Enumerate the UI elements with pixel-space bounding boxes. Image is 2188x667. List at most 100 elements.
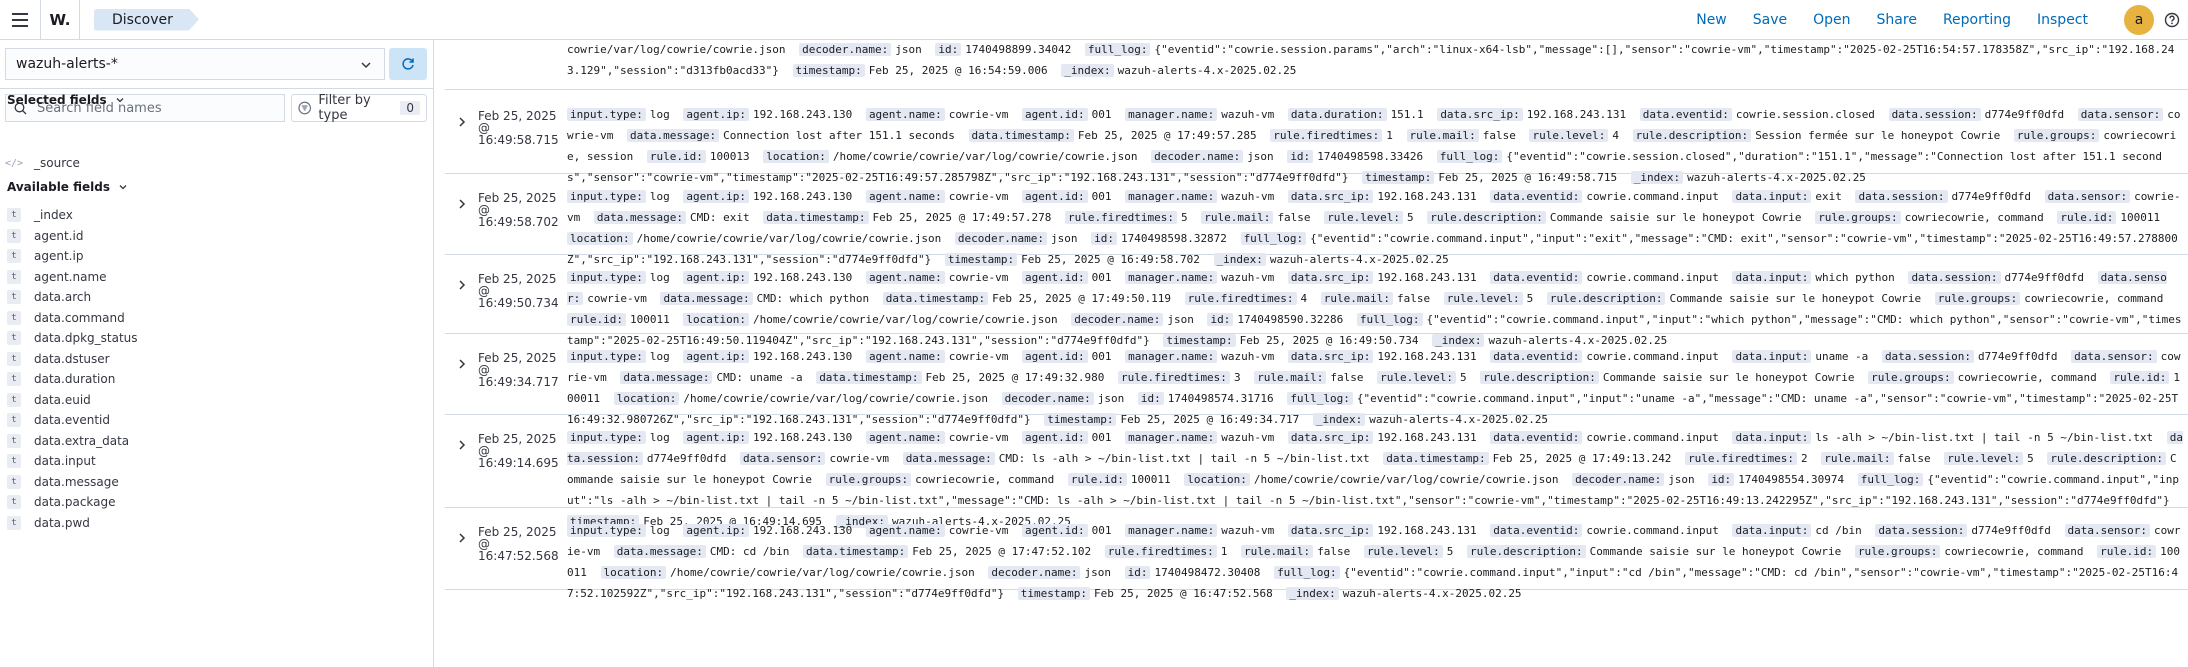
field-key: manager.name: xyxy=(1125,108,1218,121)
source-type-icon: </> xyxy=(4,157,24,169)
refresh-button[interactable] xyxy=(389,48,427,80)
field-name: data.arch xyxy=(34,290,92,304)
field-value: which python xyxy=(1815,271,1895,284)
field-value: wazuh-vm xyxy=(1221,271,1275,284)
menu-reporting-link[interactable]: Reporting xyxy=(1943,12,2011,28)
field-key: location: xyxy=(1184,473,1250,486)
string-type-icon: t xyxy=(7,331,21,345)
available-fields-toggle[interactable]: Available fields xyxy=(7,180,128,194)
field-key: data.input: xyxy=(1732,524,1812,537)
expand-row-button[interactable] xyxy=(454,114,470,130)
field-key: id: xyxy=(935,43,962,56)
field-value: wazuh-vm xyxy=(1221,431,1275,444)
user-avatar[interactable]: a xyxy=(2124,5,2154,35)
field-value: 1740498554.30974 xyxy=(1738,473,1845,486)
string-type-icon: t xyxy=(7,208,21,222)
field-item[interactable]: t data.duration xyxy=(7,369,115,389)
menu-save-link[interactable]: Save xyxy=(1753,12,1787,28)
menu-new-link[interactable]: New xyxy=(1696,12,1727,28)
expand-row-button[interactable] xyxy=(454,196,470,212)
field-key: rule.level: xyxy=(1377,371,1457,384)
field-key: rule.mail: xyxy=(1254,371,1327,384)
field-item[interactable]: t data.arch xyxy=(7,287,91,307)
selected-fields-toggle[interactable]: Selected fields xyxy=(7,93,125,107)
field-key: data.timestamp: xyxy=(802,545,909,558)
document-timestamp: Feb 25, 2025 @ 16:49:50.734 xyxy=(478,272,559,310)
field-value: CMD: which python xyxy=(756,292,870,305)
field-value: 100011 xyxy=(629,313,670,326)
field-item[interactable]: t data.package xyxy=(7,492,116,512)
menu-share-link[interactable]: Share xyxy=(1877,12,1917,28)
field-item[interactable]: t data.eventid xyxy=(7,410,110,430)
field-item-source[interactable]: </> _source xyxy=(4,153,80,173)
filter-by-type-button[interactable]: Filter by type 0 xyxy=(291,93,427,123)
index-pattern-select[interactable]: wazuh-alerts-* xyxy=(5,48,385,80)
field-key: full_log: xyxy=(1857,473,1924,486)
app-logo[interactable]: W. xyxy=(40,0,80,40)
string-type-icon: t xyxy=(7,495,21,509)
field-item[interactable]: t data.input xyxy=(7,451,96,471)
field-key: agent.name: xyxy=(865,524,945,537)
field-key: location: xyxy=(683,313,749,326)
field-value: 1740498598.33426 xyxy=(1317,150,1424,163)
field-item[interactable]: t data.pwd xyxy=(7,513,90,533)
field-item[interactable]: t agent.name xyxy=(7,267,107,287)
filter-count-badge: 0 xyxy=(400,101,420,115)
field-item[interactable]: t _index xyxy=(7,205,73,225)
help-icon[interactable] xyxy=(2162,10,2182,30)
field-value: 192.168.243.130 xyxy=(752,108,853,121)
field-key: rule.id: xyxy=(646,150,706,163)
field-key: data.src_ip: xyxy=(1437,108,1523,121)
field-key: data.src_ip: xyxy=(1287,524,1374,537)
field-value: false xyxy=(1482,129,1516,142)
field-key: data.src_ip: xyxy=(1287,350,1374,363)
field-key: rule.firedtimes: xyxy=(1685,452,1798,465)
field-item[interactable]: t data.dpkg_status xyxy=(7,328,138,348)
field-key: data.timestamp: xyxy=(763,211,869,224)
field-name: _source xyxy=(34,156,80,170)
field-item[interactable]: t data.dstuser xyxy=(7,349,110,369)
field-value: 1740498598.32872 xyxy=(1120,232,1227,245)
field-value: cowriecowrie, command xyxy=(1944,545,2084,558)
field-name: data.input xyxy=(34,454,96,468)
field-key: id: xyxy=(1287,150,1314,163)
field-key: rule.description: xyxy=(1467,545,1586,558)
field-key: input.type: xyxy=(567,350,646,363)
field-item[interactable]: t data.extra_data xyxy=(7,431,129,451)
field-value: cowrie-vm xyxy=(948,271,1009,284)
expand-row-button[interactable] xyxy=(454,437,470,453)
field-item[interactable]: t data.euid xyxy=(7,390,91,410)
field-key: data.duration: xyxy=(1287,108,1387,121)
field-item[interactable]: t agent.ip xyxy=(7,246,83,266)
field-value: /home/cowrie/cowrie/var/log/cowrie/cowri… xyxy=(683,392,988,405)
chevron-right-icon xyxy=(459,440,466,450)
field-name: data.euid xyxy=(34,392,91,407)
field-key: data.sensor: xyxy=(2077,108,2164,121)
string-type-icon: t xyxy=(7,269,21,284)
field-item[interactable]: t agent.id xyxy=(7,226,83,246)
field-value: Connection lost after 151.1 seconds xyxy=(723,129,955,142)
breadcrumb-discover[interactable]: Discover xyxy=(94,9,199,31)
field-item[interactable]: t data.command xyxy=(7,308,125,328)
field-key: id: xyxy=(1207,313,1234,326)
field-key: data.message: xyxy=(620,371,713,384)
expand-row-button[interactable] xyxy=(454,277,470,293)
field-key: agent.ip: xyxy=(683,350,749,363)
field-item[interactable]: t data.message xyxy=(7,472,119,492)
menu-toggle-button[interactable] xyxy=(0,0,40,40)
menu-inspect-link[interactable]: Inspect xyxy=(2037,12,2088,28)
field-key: data.sensor: xyxy=(739,452,826,465)
field-key: decoder.name: xyxy=(1151,150,1244,163)
field-value: wazuh-vm xyxy=(1221,190,1275,203)
field-key: manager.name: xyxy=(1125,524,1218,537)
expand-row-button[interactable] xyxy=(454,356,470,372)
field-key: agent.ip: xyxy=(683,524,749,537)
expand-row-button[interactable] xyxy=(454,530,470,546)
menu-open-link[interactable]: Open xyxy=(1813,12,1850,28)
string-type-icon: t xyxy=(7,392,21,407)
field-value: Commande saisie sur le honeypot Cowrie xyxy=(1669,292,1922,305)
document-source: cowrie/var/log/cowrie/cowrie.json decode… xyxy=(567,40,2183,81)
field-value: 5 xyxy=(1526,292,1534,305)
field-key: data.session: xyxy=(1888,108,1981,121)
field-value: log xyxy=(649,271,670,284)
